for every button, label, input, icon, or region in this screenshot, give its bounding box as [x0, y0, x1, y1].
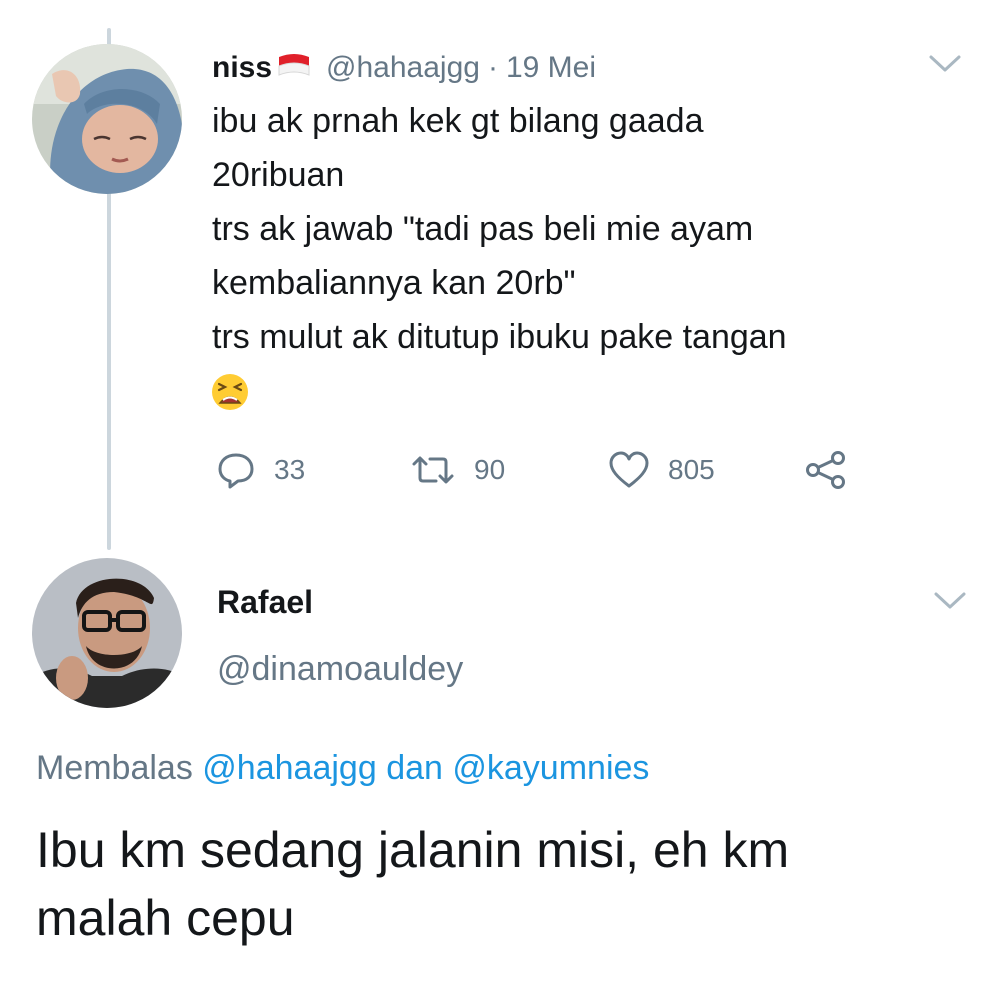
tweet-text: Ibu km sedang jalanin misi, eh km malah …	[36, 816, 976, 952]
avatar[interactable]	[32, 44, 182, 194]
replying-prefix: Membalas	[36, 749, 193, 787]
like-button[interactable]: 805	[608, 448, 715, 492]
tweet-text-line: 20ribuan	[212, 156, 345, 194]
avatar-image-rafael	[32, 558, 182, 708]
display-name[interactable]: niss	[212, 51, 272, 85]
like-count: 805	[668, 454, 715, 485]
tweet-text-line: malah cepu	[36, 890, 295, 946]
tweet-text-line: trs mulut ak ditutup ibuku pake tangan	[212, 318, 787, 356]
tired-face-emoji-icon	[210, 372, 250, 412]
indonesia-flag-icon	[276, 51, 312, 86]
replying-conjunction: dan	[386, 749, 443, 787]
tweet-text-line: ibu ak prnah kek gt bilang gaada	[212, 102, 704, 140]
heart-icon	[609, 451, 649, 488]
tweet-header: niss @hahaajgg · 19 Mei	[212, 48, 596, 88]
mention-link[interactable]: @kayumnies	[452, 749, 649, 787]
mention-link[interactable]: @hahaajgg	[202, 749, 376, 787]
replying-to: Membalas @hahaajgg dan @kayumnies	[36, 749, 649, 788]
retweet-button[interactable]: 90	[410, 448, 505, 492]
tweet-actions: 33 90 805	[216, 448, 876, 492]
retweet-icon	[412, 456, 454, 484]
separator-dot: ·	[487, 51, 498, 84]
user-handle[interactable]: @dinamoauldey	[217, 650, 463, 689]
reply-count: 33	[274, 454, 306, 485]
avatar[interactable]	[32, 558, 182, 708]
tweet-text: ibu ak prnah kek gt bilang gaada 20ribua…	[212, 94, 972, 364]
chevron-down-icon[interactable]	[933, 591, 967, 611]
share-button[interactable]	[804, 448, 848, 492]
user-handle[interactable]: @hahaajgg	[326, 51, 480, 85]
chevron-down-icon[interactable]	[928, 54, 962, 74]
display-name[interactable]: Rafael	[217, 584, 313, 621]
retweet-count: 90	[474, 454, 506, 485]
tweet-text-line: trs ak jawab "tadi pas beli mie ayam	[212, 210, 754, 248]
tweet-text-line: Ibu km sedang jalanin misi, eh km	[36, 822, 790, 878]
share-icon	[806, 451, 845, 489]
reply-button[interactable]: 33	[216, 448, 305, 492]
avatar-image-niss	[32, 44, 182, 194]
tweet-text-line: kembaliannya kan 20rb"	[212, 264, 576, 302]
tweet-date[interactable]: 19 Mei	[506, 51, 596, 85]
reply-icon	[218, 453, 254, 489]
